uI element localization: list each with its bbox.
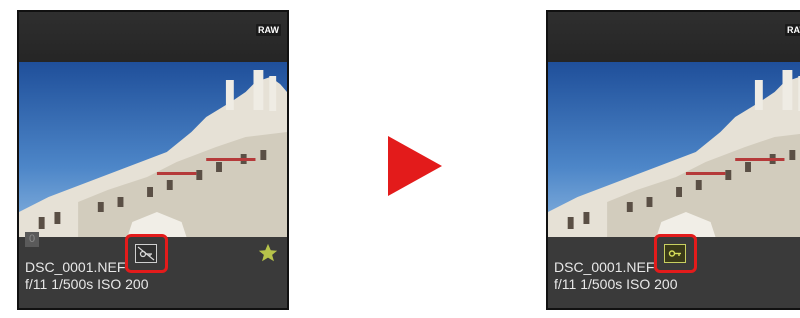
building-photo [548,62,800,237]
thumbnail-exif: f/11 1/500s ISO 200 [25,276,149,292]
raw-badge: RAW [256,24,281,36]
play-arrow-icon [388,136,442,196]
rating-badge: 0 [25,232,39,247]
star-glyph [258,243,278,262]
thumbnail-image[interactable] [548,62,800,237]
thumbnail-header: RAW [548,12,800,62]
building-photo [19,62,287,237]
thumbnail-header: RAW [19,12,287,62]
star-icon[interactable] [257,242,279,264]
thumbnail-filename: DSC_0001.NEF [25,259,126,275]
raw-badge: RAW [785,24,800,36]
thumbnail-image[interactable] [19,62,287,237]
protect-highlight-ring [654,234,697,273]
protect-highlight-ring [125,234,168,273]
thumbnail-filename: DSC_0001.NEF [554,259,655,275]
thumbnail-exif: f/11 1/500s ISO 200 [554,276,678,292]
